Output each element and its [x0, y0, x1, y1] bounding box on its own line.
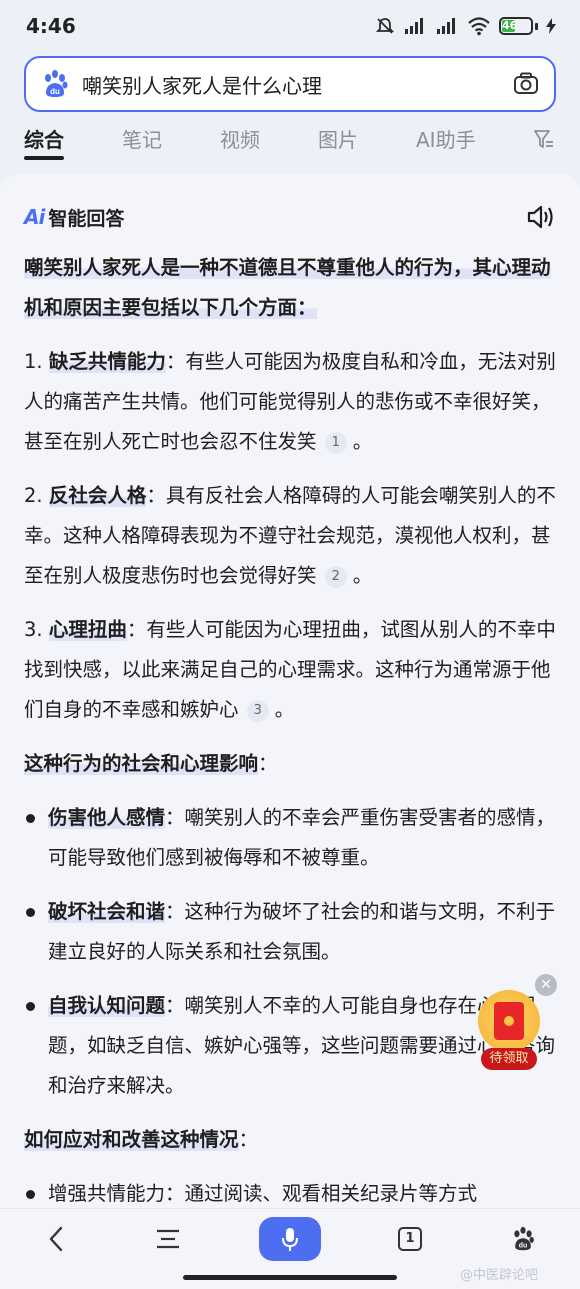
point-end: 。: [274, 698, 295, 721]
active-tab-indicator: [24, 156, 64, 160]
battery-fill: 46: [502, 19, 518, 32]
menu-button[interactable]: [150, 1219, 186, 1259]
svg-text:du: du: [519, 1243, 527, 1250]
answer-point-2: 2. 反社会人格：具有反社会人格障碍的人可能会嘲笑别人的不幸。这种人格障碍表现为…: [24, 476, 558, 596]
citation-badge[interactable]: 2: [324, 566, 347, 588]
mute-icon: [375, 18, 395, 34]
improve-title-text: 如何应对和改善这种情况: [24, 1128, 239, 1151]
back-arrow-icon: [49, 1226, 63, 1252]
point-end: 。: [352, 430, 373, 453]
improve-colon: ：: [238, 1128, 259, 1151]
improve-text: 增强共情能力：通过阅读、观看相关纪录片等方式: [48, 1182, 478, 1205]
camera-icon[interactable]: [512, 70, 540, 98]
impact-colon: ：: [258, 752, 278, 775]
improve-section-title: 如何应对和改善这种情况：: [24, 1120, 558, 1160]
ai-logo-icon: Ai: [24, 205, 45, 229]
point-title: 反社会人格: [48, 484, 147, 507]
battery-indicator: 46: [499, 17, 538, 35]
point-number: 1.: [24, 350, 43, 373]
red-packet-widget[interactable]: 待领取: [478, 990, 540, 1070]
svg-text:du: du: [50, 87, 60, 96]
point-title: 缺乏共情能力: [48, 350, 166, 373]
voice-search-button[interactable]: [259, 1217, 321, 1261]
tabs-button[interactable]: 1: [392, 1219, 428, 1259]
tab-count: 1: [398, 1227, 422, 1251]
search-input[interactable]: 嘲笑别人家死人是什么心理: [82, 70, 512, 99]
wifi-icon: [468, 17, 490, 36]
battery-level: 46: [502, 19, 518, 32]
red-packet-icon: [478, 990, 540, 1052]
status-time: 4:46: [26, 14, 76, 38]
tab-notes[interactable]: 笔记: [122, 124, 162, 153]
baidu-paw-icon: du: [45, 70, 68, 97]
point-number: 2.: [24, 484, 43, 507]
citation-badge[interactable]: 1: [324, 432, 347, 454]
status-bar: 4:46 46: [0, 0, 580, 52]
result-tabs: 综合 笔记 视频 图片 AI助手: [0, 118, 580, 164]
filter-icon[interactable]: [532, 127, 556, 151]
point-end: 。: [352, 564, 373, 587]
citation-badge[interactable]: 3: [246, 700, 269, 722]
search-bar[interactable]: du 嘲笑别人家死人是什么心理: [24, 56, 556, 112]
baidu-home-button[interactable]: du: [505, 1219, 541, 1259]
tab-videos[interactable]: 视频: [220, 124, 260, 153]
point-number: 3.: [24, 618, 43, 641]
tab-images[interactable]: 图片: [318, 124, 358, 153]
answer-intro: 嘲笑别人家死人是一种不道德且不尊重他人的行为，其心理动机和原因主要包括以下几个方…: [24, 248, 558, 328]
answer-point-3: 3. 心理扭曲：有些人可能因为心理扭曲，试图从别人的不幸中找到快感，以此来满足自…: [24, 610, 558, 730]
red-packet-label: 待领取: [481, 1048, 537, 1070]
baidu-paw-icon: du: [514, 1226, 534, 1251]
charging-icon: [546, 18, 556, 34]
signal-icon: [405, 18, 423, 34]
point-title: 心理扭曲: [48, 618, 127, 641]
answer-intro-text: 嘲笑别人家死人是一种不道德且不尊重他人的行为，其心理动机和原因主要包括以下几个方…: [24, 256, 551, 319]
impact-title: 自我认知问题: [48, 994, 166, 1017]
impact-item-1: 伤害他人感情：嘲笑别人的不幸会严重伤害受害者的感情，可能导致他们感到被侮辱和不被…: [24, 798, 558, 878]
signal-icon-2: [437, 18, 455, 34]
impact-item-2: 破坏社会和谐：这种行为破坏了社会的和谐与文明，不利于建立良好的人际关系和社会氛围…: [24, 892, 558, 972]
impact-section-title: 这种行为的社会和心理影响：: [24, 744, 558, 784]
impact-title-text: 这种行为的社会和心理影响: [24, 752, 259, 775]
menu-icon: [157, 1229, 179, 1249]
back-button[interactable]: [38, 1219, 74, 1259]
speaker-icon[interactable]: [526, 203, 556, 231]
ai-answer-title: 智能回答: [48, 207, 125, 230]
impact-title: 伤害他人感情: [48, 806, 166, 829]
tab-ai-assistant[interactable]: AI助手: [416, 124, 476, 153]
home-indicator[interactable]: [183, 1275, 397, 1280]
watermark: @中医辟论吧: [460, 1268, 539, 1283]
status-icons: 46: [375, 16, 556, 36]
impact-title: 破坏社会和谐: [48, 900, 166, 923]
ai-answer-header: Ai 智能回答: [24, 202, 556, 232]
answer-point-1: 1. 缺乏共情能力：有些人可能因为极度自私和冷血，无法对别人的痛苦产生共情。他们…: [24, 342, 558, 462]
microphone-icon: [282, 1228, 298, 1251]
tab-all[interactable]: 综合: [24, 124, 64, 153]
